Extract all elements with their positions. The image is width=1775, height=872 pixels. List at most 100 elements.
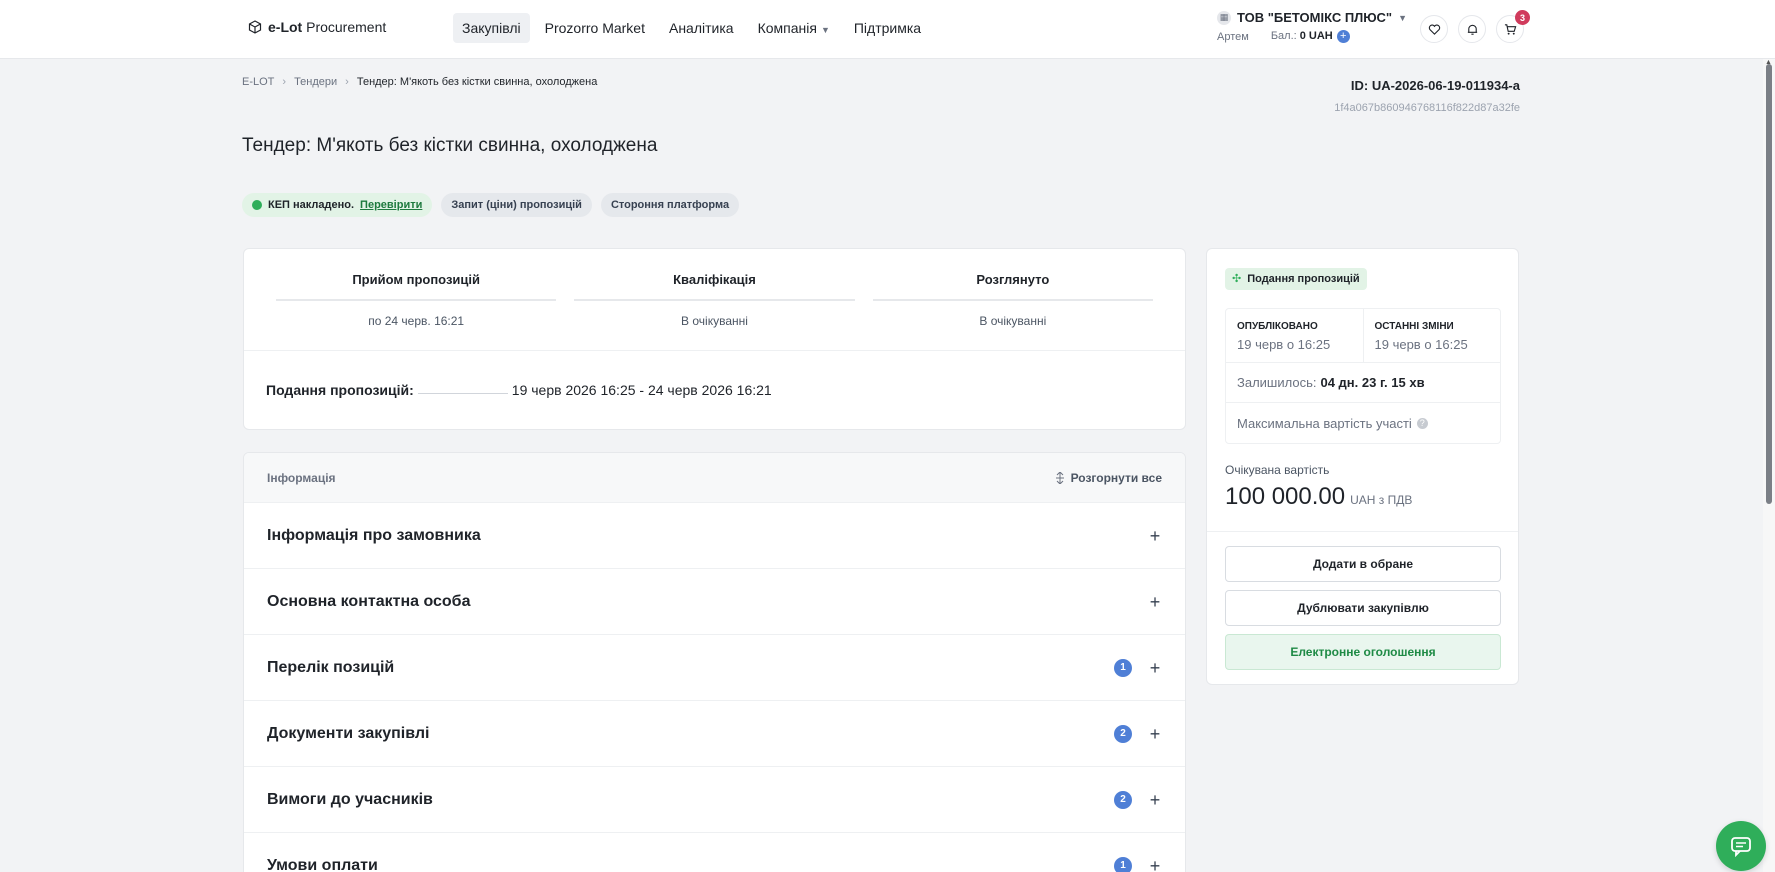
bid-period-value: 19 черв 2026 16:25 - 24 черв 2026 16:21: [511, 382, 772, 398]
max-participation-cost: Максимальна вартість участі ?: [1226, 403, 1500, 443]
section-requirements[interactable]: Вимоги до учасників 2 +: [244, 767, 1185, 833]
verify-link[interactable]: Перевірити: [360, 193, 422, 217]
stage-title: Прийом пропозицій: [276, 272, 557, 301]
help-icon[interactable]: ?: [1416, 417, 1428, 429]
nav-label: Компанія: [757, 20, 817, 36]
bid-period: Подання пропозицій: 19 черв 2026 16:25 -…: [266, 382, 772, 398]
section-payment-terms[interactable]: Умови оплати 1 +: [244, 833, 1185, 872]
brand-name-rest: Procurement: [306, 19, 387, 35]
sparkle-icon: ✣: [1232, 273, 1242, 285]
bell-icon: [1467, 24, 1477, 35]
section-contact-person[interactable]: Основна контактна особа +: [244, 569, 1185, 635]
chat-button[interactable]: [1716, 821, 1766, 871]
nav-item-support[interactable]: Підтримка: [845, 13, 930, 43]
brand-name-bold: e-Lot: [268, 19, 303, 35]
stage-value: по 24 черв. 16:21: [368, 314, 465, 328]
information-title: Інформація: [267, 470, 336, 485]
company-switcher[interactable]: ▦ ТОВ "БЕТОМІКС ПЛЮС" ▼ Артем Бал.: 0 UA…: [1217, 10, 1407, 43]
section-customer-info[interactable]: Інформація про замовника +: [244, 503, 1185, 569]
remaining-label: Залишилось:: [1237, 375, 1317, 390]
stage-qualification: Кваліфікація В очікуванні: [574, 249, 855, 328]
nav-label: Prozorro Market: [544, 20, 645, 36]
scroll-thumb[interactable]: [1766, 64, 1772, 504]
expand-icon: [1055, 471, 1064, 484]
published-label: ОПУБЛІКОВАНО: [1237, 321, 1318, 332]
company-name: ТОВ "БЕТОМІКС ПЛЮС": [1237, 10, 1393, 25]
count-badge: 1: [1114, 856, 1132, 872]
main-nav: Закупівлі Prozorro Market Аналітика Комп…: [453, 13, 930, 43]
expected-value-amount: 100 000.00: [1225, 483, 1346, 510]
tender-id-block: ID: UA-2026-06-19-011934-a 1f4a067b86094…: [1334, 78, 1520, 114]
stage-value: В очікуванні: [979, 314, 1047, 328]
favorites-button[interactable]: [1420, 15, 1448, 43]
breadcrumb-current: Тендер: М'якоть без кістки свинна, охоло…: [356, 76, 598, 88]
balance-value: 0 UAH: [1299, 30, 1333, 42]
duplicate-procurement-button[interactable]: Дублювати закупівлю: [1225, 590, 1501, 626]
stage-bids: Прийом пропозицій по 24 черв. 16:21: [276, 249, 557, 328]
building-icon: ▦: [1217, 10, 1231, 25]
information-card: Інформація Розгорнути все Інформація про…: [243, 452, 1186, 872]
last-changes-cell: ОСТАННІ ЗМІНИ 19 черв о 16:25: [1362, 309, 1501, 362]
nav-label: Аналітика: [668, 20, 734, 36]
nav-item-prozorro-market[interactable]: Prozorro Market: [536, 13, 654, 43]
add-to-favorites-button[interactable]: Додати в обране: [1225, 546, 1501, 582]
expand-all-button[interactable]: Розгорнути все: [1055, 471, 1162, 485]
kep-status-chip: КЕП накладено. Перевірити: [242, 193, 433, 217]
remaining-value: 04 дн. 23 г. 15 хв: [1320, 375, 1425, 390]
count-badge: 2: [1114, 724, 1132, 743]
nav-item-analytics[interactable]: Аналітика: [660, 13, 743, 43]
user-name: Артем: [1217, 30, 1249, 43]
top-up-icon[interactable]: +: [1336, 30, 1350, 43]
section-title: Основна контактна особа: [267, 592, 471, 610]
divider: [244, 350, 1185, 351]
max-cost-label: Максимальна вартість участі: [1237, 415, 1412, 431]
nav-label: Підтримка: [853, 20, 922, 36]
page-title: Тендер: М'якоть без кістки свинна, охоло…: [242, 135, 658, 156]
nav-item-company[interactable]: Компанія ▼: [749, 13, 839, 43]
breadcrumb-tenders[interactable]: Тендери: [294, 76, 337, 88]
section-items-list[interactable]: Перелік позицій 1 +: [244, 635, 1185, 701]
chat-icon: [1731, 837, 1751, 857]
chevron-down-icon: ▼: [820, 25, 830, 35]
tender-status-chip: ✣ Подання пропозицій: [1225, 268, 1367, 290]
tender-stages-card: Прийом пропозицій по 24 черв. 16:21 Квал…: [243, 248, 1186, 430]
published-cell: ОПУБЛІКОВАНО 19 черв о 16:25: [1226, 309, 1363, 362]
plus-icon[interactable]: +: [1148, 593, 1162, 611]
chevron-right-icon: ›: [282, 76, 287, 88]
stage-title: Кваліфікація: [574, 272, 855, 301]
last-changes-value: 19 черв о 16:25: [1374, 337, 1468, 352]
expected-value-currency: UAH з ПДВ: [1350, 493, 1413, 507]
tender-id: ID: UA-2026-06-19-011934-a: [1350, 78, 1520, 93]
chevron-down-icon: ▼: [1398, 12, 1408, 23]
cart-button[interactable]: 3: [1496, 10, 1530, 43]
logo-cube-icon: [248, 20, 262, 34]
platform-chip: Стороння платформа: [600, 193, 740, 217]
bid-period-label: Подання пропозицій:: [266, 382, 414, 398]
plus-icon[interactable]: +: [1148, 857, 1162, 872]
notifications-button[interactable]: [1458, 15, 1486, 43]
section-title: Перелік позицій: [267, 658, 395, 676]
nav-item-procurements[interactable]: Закупівлі: [453, 13, 530, 43]
plus-icon[interactable]: +: [1148, 527, 1162, 545]
published-value: 19 черв о 16:25: [1237, 337, 1331, 352]
check-circle-icon: [252, 200, 262, 210]
heart-icon: [1428, 23, 1440, 35]
plus-icon[interactable]: +: [1148, 791, 1162, 809]
breadcrumb: E-LOT › Тендери › Тендер: М'якоть без кі…: [242, 76, 597, 88]
section-documents[interactable]: Документи закупівлі 2 +: [244, 701, 1185, 767]
brand-logo[interactable]: e-Lot Procurement: [248, 19, 386, 35]
count-badge: 1: [1114, 658, 1132, 677]
page-scrollbar[interactable]: ▲: [1763, 59, 1775, 872]
plus-icon[interactable]: +: [1148, 659, 1162, 677]
last-changes-label: ОСТАННІ ЗМІНИ: [1374, 321, 1454, 332]
stage-title: Розглянуто: [872, 272, 1153, 301]
expected-value-label: Очікувана вартість: [1225, 463, 1330, 477]
section-title: Інформація про замовника: [267, 526, 481, 544]
cart-icon: [1504, 23, 1516, 35]
balance-label: Бал.:: [1270, 30, 1297, 42]
plus-icon[interactable]: +: [1148, 725, 1162, 743]
breadcrumb-home[interactable]: E-LOT: [242, 76, 274, 88]
electronic-announcement-button[interactable]: Електронне оголошення: [1225, 634, 1501, 670]
tender-tags: КЕП накладено. Перевірити Запит (ціни) п…: [242, 193, 740, 217]
expand-all-label: Розгорнути все: [1070, 470, 1162, 485]
